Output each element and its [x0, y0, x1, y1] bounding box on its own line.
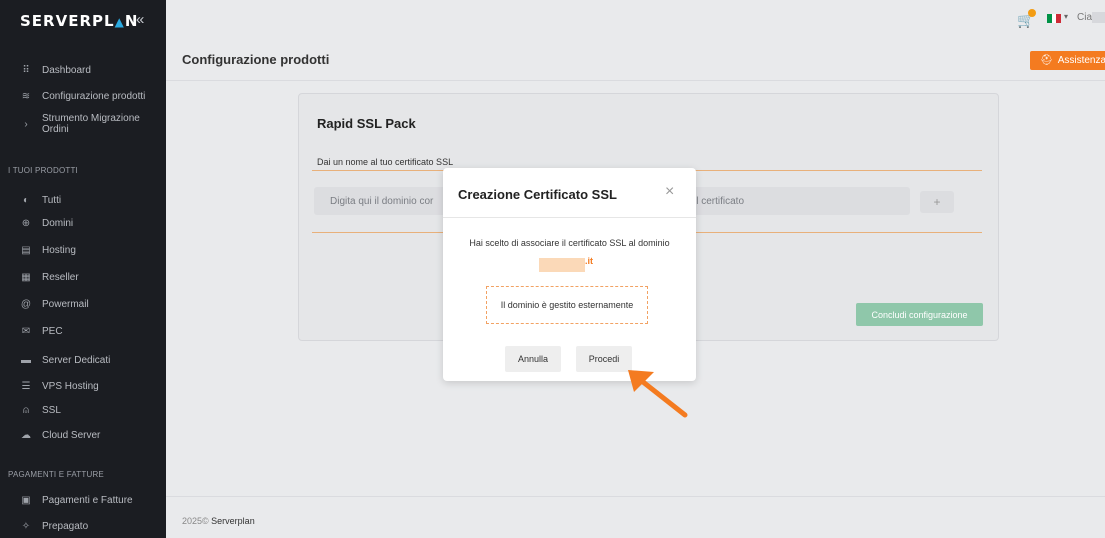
sidebar-item-pagamenti-fatture[interactable]: ▣ Pagamenti e Fatture: [0, 490, 166, 510]
chevron-down-icon[interactable]: ▾: [1064, 12, 1068, 21]
footer: 2025© Serverplan: [182, 516, 255, 526]
globe-icon: ⊕: [21, 217, 31, 229]
sidebar-item-label: Strumento Migrazione Ordini: [42, 113, 140, 135]
domain-input-placeholder-end: il certificato: [694, 195, 745, 207]
footer-divider: [166, 496, 1105, 497]
sidebar-item-powermail[interactable]: @ Powermail: [0, 294, 166, 314]
serverplan-logo[interactable]: SERVERPL▲N: [20, 12, 138, 30]
sidebar-item-label: Tutti: [42, 194, 62, 206]
annulla-button[interactable]: Annulla: [505, 346, 561, 372]
sidebar-item-cloud-server[interactable]: ☁ Cloud Server: [0, 425, 166, 445]
planet-icon: ◐: [22, 194, 30, 206]
assistenza-button[interactable]: ⛑ Assistenza: [1030, 51, 1105, 70]
sidebar-item-ssl[interactable]: ⍝ SSL: [0, 400, 166, 420]
lock-icon: ⍝: [23, 404, 29, 416]
sidebar-item-hosting[interactable]: ▤ Hosting: [0, 240, 166, 260]
collapse-sidebar-icon[interactable]: «: [136, 11, 144, 28]
sidebar-item-label: Hosting: [42, 244, 76, 256]
vps-icon: ☰: [21, 380, 31, 392]
domain-input-placeholder: Digita qui il dominio cor: [330, 195, 434, 207]
wallet-icon: ▣: [21, 494, 31, 506]
footer-year: 2025©: [182, 516, 209, 526]
sidebar-item-tutti[interactable]: ◐ Tutti: [0, 190, 166, 210]
sliders-icon: ≋: [21, 90, 31, 102]
section-label-payments: PAGAMENTI E FATTURE: [8, 470, 104, 479]
migrate-icon: ›: [24, 119, 28, 130]
grid-icon: ⠿: [22, 64, 30, 76]
external-domain-notice: Il dominio è gestito esternamente: [486, 286, 648, 324]
logo-text-plan: PL: [92, 12, 115, 30]
sidebar-item-label: Prepagato: [42, 520, 89, 532]
header-divider: [166, 80, 1105, 81]
assistenza-label: Assistenza: [1057, 55, 1105, 66]
sidebar-item-label: Pagamenti e Fatture: [42, 494, 133, 506]
sidebar-item-domini[interactable]: ⊕ Domini: [0, 213, 166, 233]
language-flag-icon[interactable]: [1047, 14, 1062, 23]
logo-text: SERVER: [20, 12, 93, 30]
sidebar-item-strumento-migrazione[interactable]: › Strumento Migrazione Ordini: [0, 113, 166, 143]
sidebar-item-prepagato[interactable]: ✧ Prepagato: [0, 516, 166, 536]
cloud-icon: ☁: [21, 429, 31, 441]
rack-icon: ▬: [21, 354, 31, 366]
sidebar-item-label: Domini: [42, 217, 74, 229]
sidebar-item-label: Dashboard: [42, 64, 91, 76]
ssl-creation-modal: Creazione Certificato SSL × Hai scelto d…: [443, 168, 696, 381]
server-icon: ▤: [21, 244, 31, 256]
sidebar-item-label: Cloud Server: [42, 429, 101, 441]
modal-divider: [443, 217, 696, 218]
redacted-domain: [539, 258, 585, 272]
logo-triangle-icon: ▲: [114, 15, 125, 29]
sidebar-item-dashboard[interactable]: ⠿ Dashboard: [0, 60, 166, 80]
prepaid-icon: ✧: [21, 520, 31, 532]
sidebar-item-server-dedicati[interactable]: ▬ Server Dedicati: [0, 350, 166, 370]
add-domain-button[interactable]: +: [920, 191, 954, 213]
sidebar-item-label: PEC: [42, 325, 63, 337]
close-icon[interactable]: ×: [665, 183, 674, 201]
sidebar-item-label: VPS Hosting: [42, 380, 99, 392]
sidebar-item-reseller[interactable]: ▦ Reseller: [0, 267, 166, 287]
certificate-name-label: Dai un nome al tuo certificato SSL: [317, 157, 454, 167]
help-icon: ⛑: [1040, 55, 1053, 66]
redacted-username: [1092, 12, 1105, 23]
at-icon: @: [20, 298, 32, 310]
footer-company: Serverplan: [211, 516, 255, 526]
mail-icon: ✉: [21, 325, 31, 337]
modal-message: Hai scelto di associare il certificato S…: [469, 238, 670, 248]
domain-tld: .it: [585, 256, 593, 266]
top-bar: [166, 0, 1105, 38]
page-title: Configurazione prodotti: [182, 52, 330, 67]
cart-badge: [1028, 9, 1036, 17]
pointer-arrow-icon: [628, 370, 688, 418]
sidebar: SERVERPL▲N « ⠿ Dashboard ≋ Configurazion…: [0, 0, 166, 538]
reseller-icon: ▦: [21, 271, 31, 283]
concludi-configurazione-button[interactable]: Concludi configurazione: [856, 303, 983, 326]
sidebar-item-label: Reseller: [42, 271, 79, 283]
modal-title: Creazione Certificato SSL: [458, 187, 617, 202]
sidebar-item-vps-hosting[interactable]: ☰ VPS Hosting: [0, 376, 166, 396]
product-title: Rapid SSL Pack: [317, 116, 416, 131]
sidebar-item-label: Powermail: [42, 298, 89, 310]
sidebar-item-configurazione-prodotti[interactable]: ≋ Configurazione prodotti: [0, 86, 166, 106]
sidebar-item-label: SSL: [42, 404, 61, 416]
sidebar-item-label: Configurazione prodotti: [42, 90, 146, 102]
section-label-products: I TUOI PRODOTTI: [8, 166, 78, 175]
sidebar-item-pec[interactable]: ✉ PEC: [0, 321, 166, 341]
sidebar-item-label: Server Dedicati: [42, 354, 111, 366]
